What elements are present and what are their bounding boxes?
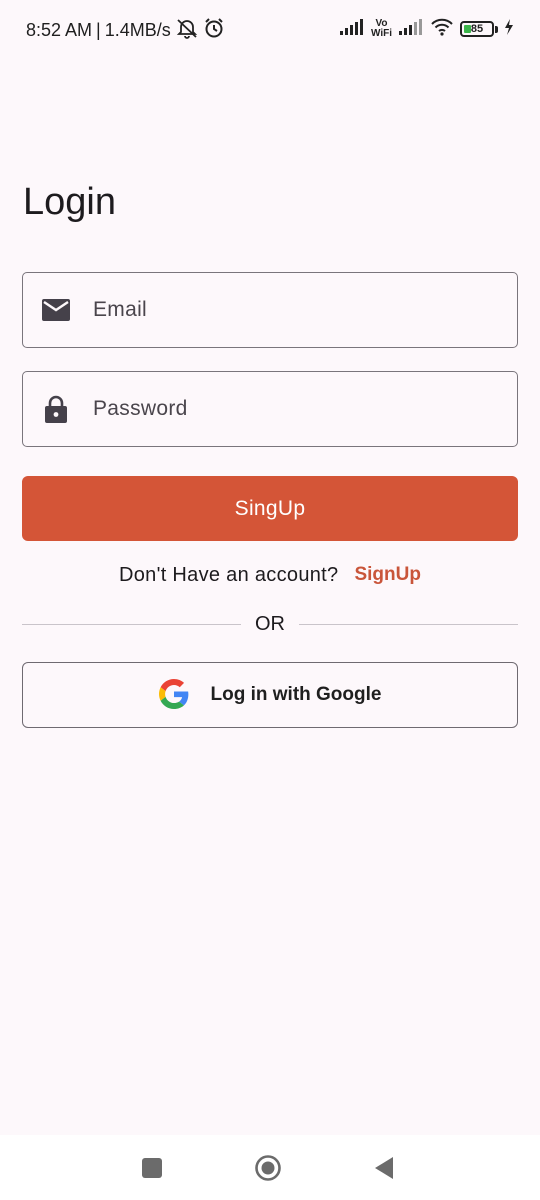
- signal-icon: [398, 18, 424, 41]
- mail-icon: [41, 295, 71, 325]
- battery-level: 85: [470, 23, 484, 35]
- password-field[interactable]: [22, 371, 518, 447]
- signal-icon: [339, 18, 365, 41]
- charging-icon: [504, 18, 514, 40]
- email-field[interactable]: [22, 272, 518, 348]
- password-input[interactable]: [93, 372, 503, 446]
- divider-text: OR: [255, 612, 285, 635]
- google-button-label: Log in with Google: [210, 684, 382, 705]
- google-login-button[interactable]: Log in with Google: [22, 662, 518, 728]
- status-separator: |: [96, 19, 101, 40]
- battery-body: 85: [460, 21, 494, 37]
- divider-line-right: [299, 623, 518, 625]
- signup-prompt: Don't Have an account?: [119, 563, 339, 586]
- signup-row: Don't Have an account? SignUp: [0, 560, 540, 590]
- signup-submit-button[interactable]: SingUp: [22, 476, 518, 541]
- or-divider: OR: [22, 610, 518, 638]
- network-speed: 1.4MB/s: [104, 19, 171, 40]
- vowifi-icon: Vo WiFi: [371, 19, 392, 39]
- recents-icon[interactable]: [136, 1152, 168, 1184]
- email-input[interactable]: [93, 273, 503, 347]
- status-right: Vo WiFi 85: [339, 16, 514, 42]
- wifi-icon: [430, 18, 454, 41]
- battery-tip: [495, 25, 498, 33]
- page-title: Login: [23, 181, 116, 223]
- back-icon[interactable]: [368, 1152, 400, 1184]
- status-bar: 8:52 AM | 1.4MB/s Vo WiFi 85: [0, 0, 540, 58]
- battery-icon: 85: [460, 21, 498, 37]
- alarm-icon: [203, 17, 225, 44]
- home-icon[interactable]: [252, 1152, 284, 1184]
- lock-icon: [41, 394, 71, 424]
- status-time: 8:52 AM: [26, 19, 93, 40]
- divider-line-left: [22, 623, 241, 625]
- mute-icon: [175, 17, 199, 44]
- google-icon: [158, 678, 189, 712]
- status-left: 8:52 AM | 1.4MB/s: [26, 17, 225, 44]
- system-nav-bar: [0, 1135, 540, 1200]
- signup-link[interactable]: SignUp: [354, 564, 421, 586]
- vowifi-bottom: WiFi: [370, 28, 392, 39]
